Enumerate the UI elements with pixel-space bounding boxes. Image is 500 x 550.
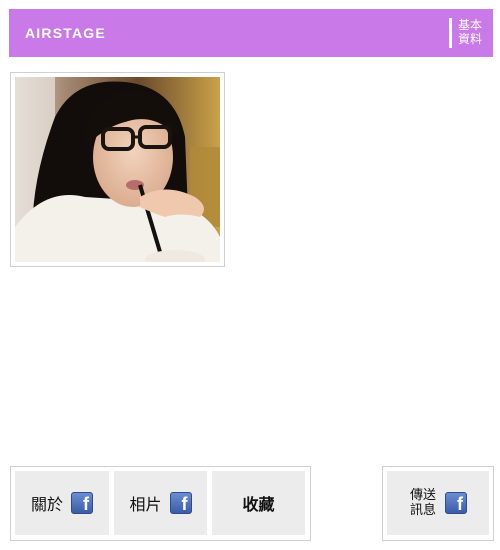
tab-favorites-label: 收藏 xyxy=(242,495,275,514)
svg-text:AIRSTAGE: AIRSTAGE xyxy=(25,25,106,41)
facebook-icon xyxy=(169,492,192,515)
profile-photo[interactable] xyxy=(15,77,220,262)
airstage-logo-graphic: AIRSTAGE xyxy=(25,25,106,41)
facebook-icon xyxy=(71,492,93,515)
page: AIRSTAGE 基本 資料 關於 f 相片 f 收藏 傳送 訊息 f xyxy=(0,0,500,550)
facebook-icon xyxy=(445,492,467,515)
tab-about[interactable]: 關於 xyxy=(15,471,109,535)
basic-info-label-line2: 資料 xyxy=(458,32,483,46)
send-message-label-line2: 訊息 xyxy=(409,503,436,518)
send-message-label: 傳送 訊息 xyxy=(409,488,437,518)
profile-photo-frame xyxy=(10,72,225,267)
basic-info-label-line1: 基本 xyxy=(458,18,483,32)
send-message-label-line1: 傳送 xyxy=(409,488,436,503)
send-message-button[interactable]: 傳送 訊息 xyxy=(387,471,489,535)
tab-photos-label: 相片 xyxy=(129,495,162,514)
tab-about-label: 關於 xyxy=(30,495,63,514)
profile-tabs: 關於 相片 收藏 xyxy=(10,466,311,541)
basic-info-button[interactable]: 基本 資料 xyxy=(449,18,486,48)
tab-favorites[interactable]: 收藏 xyxy=(212,471,305,535)
send-message-frame: 傳送 訊息 xyxy=(382,466,494,541)
header-bar: AIRSTAGE 基本 資料 xyxy=(9,9,493,57)
profile-photo-image xyxy=(15,77,220,262)
tab-photos[interactable]: 相片 xyxy=(114,471,207,535)
airstage-logo[interactable]: AIRSTAGE xyxy=(24,22,134,44)
